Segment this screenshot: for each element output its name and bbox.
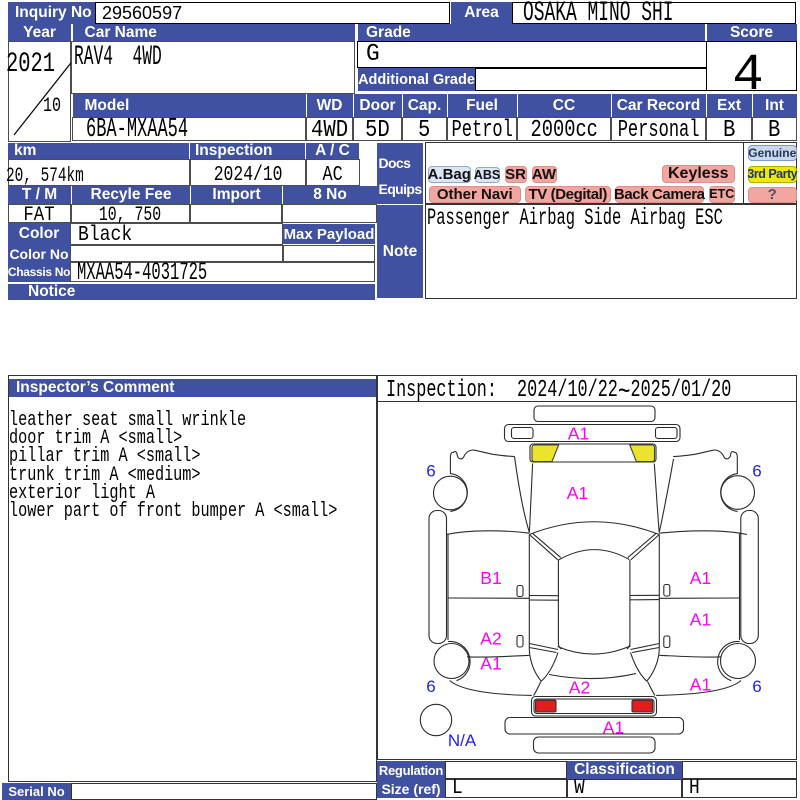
svg-text:A1: A1	[690, 568, 711, 588]
svg-text:A2: A2	[480, 629, 501, 649]
svg-text:A1: A1	[690, 675, 711, 695]
svg-text:6: 6	[426, 462, 435, 481]
svg-text:A1: A1	[603, 718, 624, 738]
svg-text:6: 6	[426, 677, 435, 696]
svg-text:A1: A1	[568, 424, 589, 444]
svg-text:A2: A2	[569, 678, 590, 698]
svg-text:A1: A1	[567, 483, 588, 503]
svg-text:6: 6	[752, 462, 761, 481]
svg-text:N/A: N/A	[448, 731, 477, 750]
svg-text:A1: A1	[690, 610, 711, 630]
svg-text:6: 6	[752, 677, 761, 696]
svg-text:B1: B1	[480, 568, 501, 588]
svg-text:A1: A1	[480, 654, 501, 674]
